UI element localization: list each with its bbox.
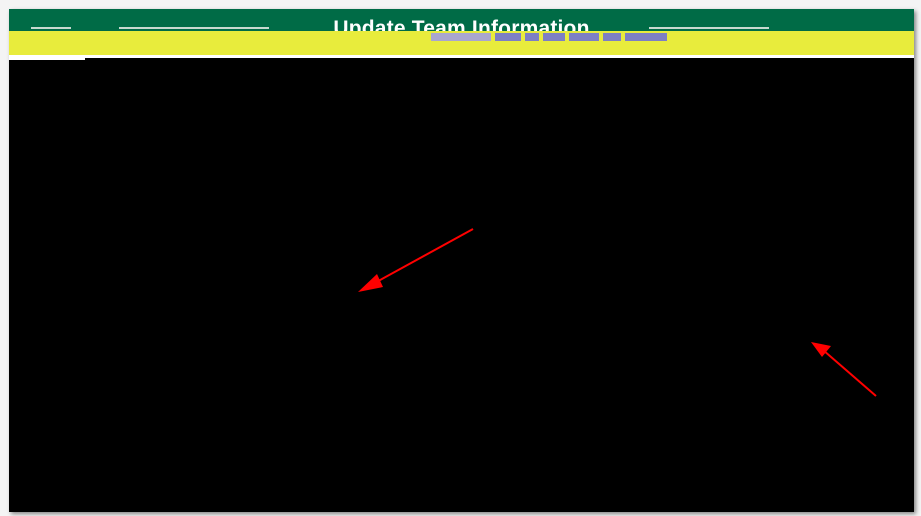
screenshot-frame: Update Team Information (0, 0, 921, 516)
app-window: Update Team Information (9, 9, 914, 512)
arrow-shaft (370, 228, 474, 286)
annotation-arrow-left (358, 228, 474, 292)
arrow-shaft (822, 349, 877, 397)
annotation-layer (358, 228, 877, 397)
arrow-icon (358, 274, 383, 292)
annotation-arrow-right (811, 342, 877, 397)
